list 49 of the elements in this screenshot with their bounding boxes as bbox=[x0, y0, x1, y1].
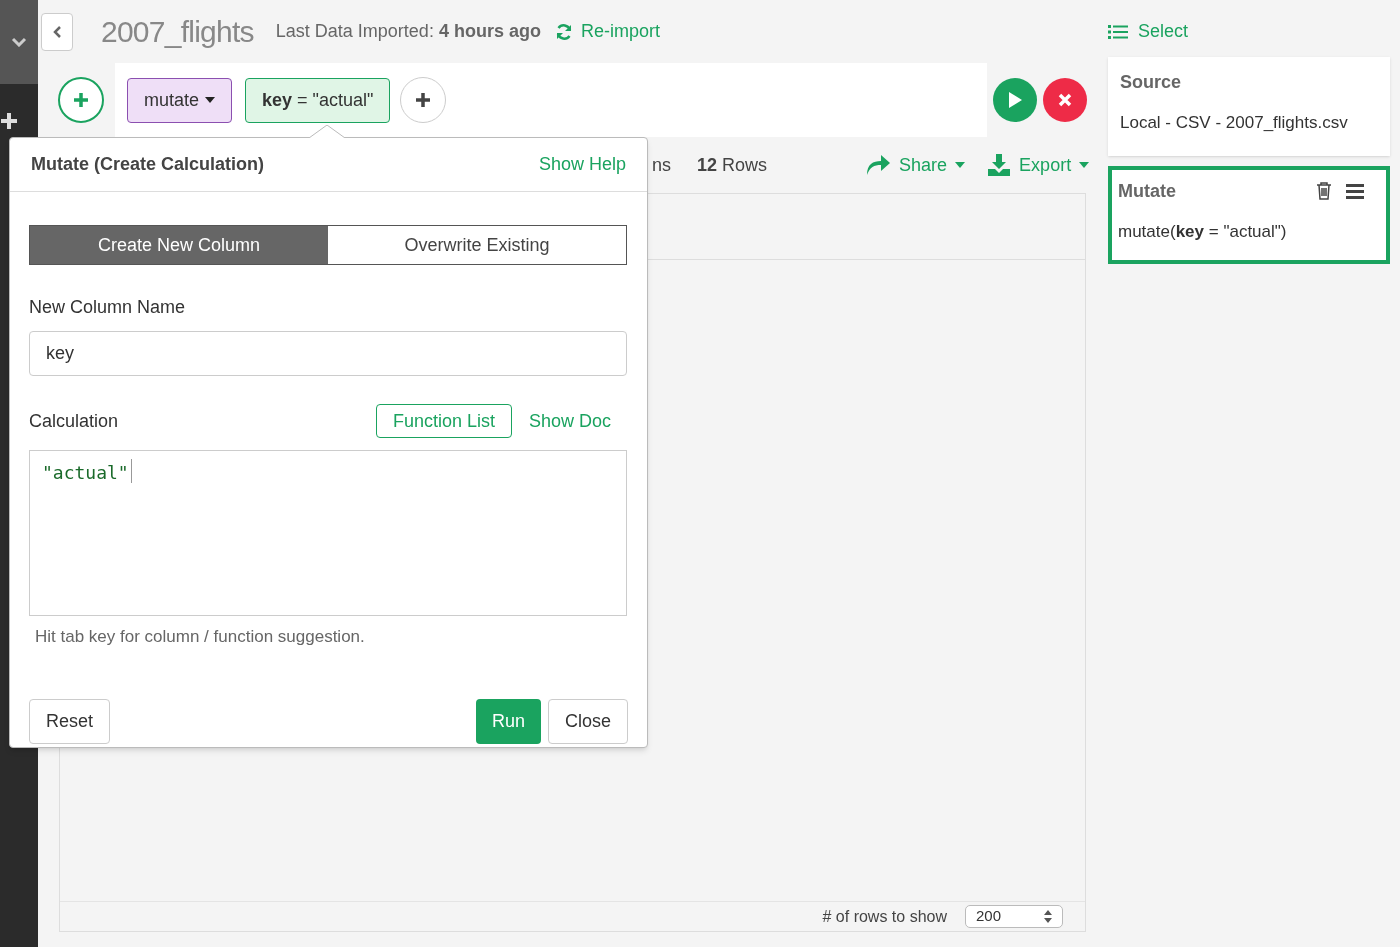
import-status: Last Data Imported: 4 hours ago bbox=[275, 20, 541, 43]
step-card[interactable]: Source Local - CSV - 2007_flights.csv bbox=[1108, 57, 1390, 156]
step-description: mutate(key = "actual") bbox=[1118, 220, 1288, 243]
show-help-link[interactable]: Show Help bbox=[538, 151, 626, 178]
step-title: Source bbox=[1120, 71, 1182, 94]
columns-count: ns bbox=[652, 153, 671, 177]
menu-icon[interactable] bbox=[1346, 183, 1364, 199]
rows-to-show-label: # of rows to show bbox=[822, 906, 947, 927]
step-card[interactable]: Mutate mutate(key = "actual") bbox=[1108, 165, 1390, 264]
chevron-left-icon bbox=[52, 24, 62, 39]
caret-icon bbox=[955, 162, 966, 168]
mode-tab[interactable]: Create New Column bbox=[30, 226, 328, 264]
caret-icon bbox=[205, 97, 216, 103]
command-dropdown[interactable]: mutate bbox=[127, 77, 233, 123]
step-chip[interactable]: key = "actual" bbox=[245, 77, 391, 123]
close-icon bbox=[1058, 93, 1072, 107]
step-description: Local - CSV - 2007_flights.csv bbox=[1120, 112, 1349, 134]
trash-icon[interactable] bbox=[1316, 182, 1332, 200]
code-editor[interactable]: "actual" bbox=[29, 450, 627, 616]
rows-count: 12 Rows bbox=[697, 153, 768, 177]
add-argument-button[interactable] bbox=[400, 77, 447, 123]
plus-icon bbox=[415, 92, 432, 108]
show-doc-link[interactable]: Show Doc bbox=[528, 407, 611, 435]
step-title: Mutate bbox=[1118, 179, 1176, 203]
reset-button[interactable]: Reset bbox=[29, 698, 111, 744]
rows-to-show-select[interactable]: 200 bbox=[965, 905, 1063, 928]
column-name-field[interactable]: key bbox=[29, 331, 627, 376]
run-button[interactable] bbox=[993, 78, 1037, 122]
plus-icon[interactable] bbox=[0, 112, 18, 130]
dialog-title: Mutate (Create Calculation) bbox=[31, 153, 265, 176]
add-step-button[interactable] bbox=[58, 77, 104, 123]
download-icon bbox=[987, 153, 1012, 177]
field-label: New Column Name bbox=[29, 296, 187, 319]
back-button[interactable] bbox=[41, 12, 73, 51]
caret-icon bbox=[1079, 162, 1090, 168]
close-button[interactable]: Close bbox=[547, 698, 628, 744]
cancel-button[interactable] bbox=[1043, 78, 1087, 122]
plus-icon bbox=[73, 92, 89, 108]
hint-text: Hit tab key for column / function suggestion. bbox=[35, 626, 366, 648]
list-icon bbox=[1108, 23, 1128, 40]
refresh-icon bbox=[554, 22, 573, 41]
chevron-down-icon[interactable] bbox=[11, 37, 27, 47]
function-list-button[interactable]: Function List bbox=[375, 404, 512, 438]
field-label: Calculation bbox=[29, 409, 119, 433]
play-icon bbox=[1007, 91, 1023, 109]
share-arrow-icon bbox=[865, 154, 892, 176]
code-text: "actual" bbox=[42, 461, 129, 485]
dataset-title: 2007_flights bbox=[101, 14, 254, 50]
stepper-icon bbox=[1044, 910, 1052, 923]
